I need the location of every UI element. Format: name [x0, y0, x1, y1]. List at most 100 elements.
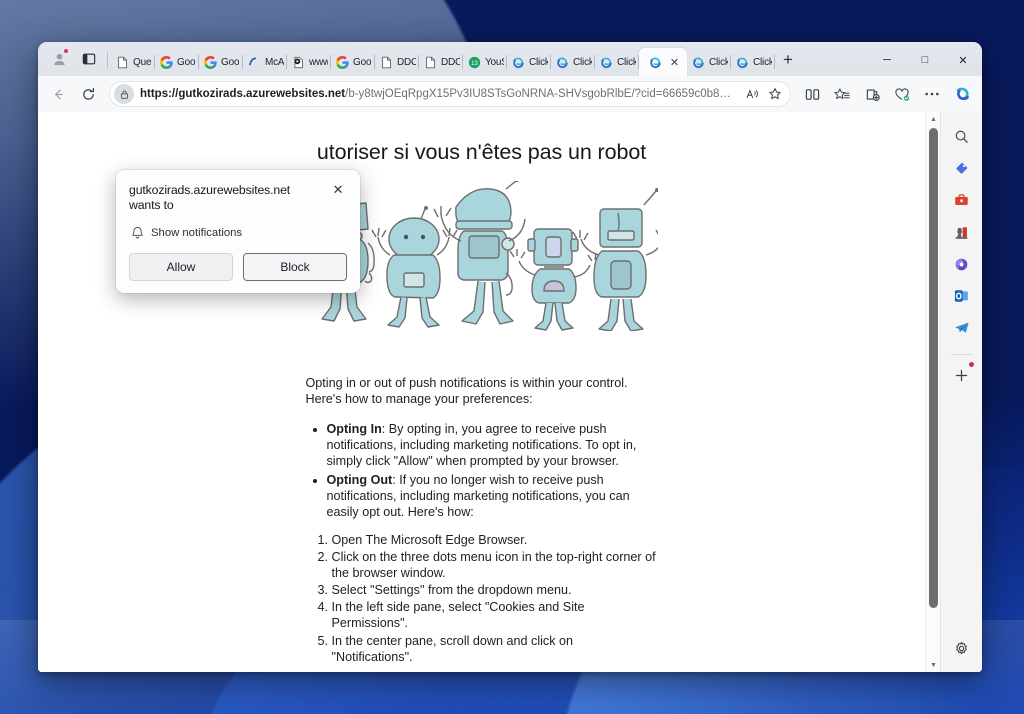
- tab[interactable]: DDC: [419, 48, 463, 76]
- edge-icon: [691, 55, 706, 70]
- profile-avatar-icon[interactable]: [44, 44, 74, 74]
- list-item: Opting Out: If you no longer wish to rec…: [327, 472, 658, 520]
- allow-button[interactable]: Allow: [129, 252, 233, 281]
- bullet-lead: Opting Out: [326, 472, 393, 487]
- tab[interactable]: Click: [551, 48, 595, 76]
- close-icon[interactable]: ✕: [329, 181, 347, 199]
- close-window-button[interactable]: ✕: [944, 44, 982, 76]
- settings-and-more-icon[interactable]: [918, 80, 946, 108]
- permission-row: Show notifications: [131, 226, 347, 240]
- sidebar-settings-gear-icon[interactable]: [948, 634, 976, 662]
- document-icon: [423, 55, 438, 70]
- edge-icon: [735, 55, 750, 70]
- tab-label: DDC: [441, 56, 460, 68]
- notification-permission-dialog[interactable]: gutkozirads.azurewebsites.net wants to ✕…: [116, 170, 360, 293]
- tab[interactable]: Click: [687, 48, 731, 76]
- tab-label: Goo: [221, 56, 240, 68]
- tab[interactable]: DDC: [375, 48, 419, 76]
- yousign-icon: 13: [467, 55, 482, 70]
- tab-label: Que: [133, 56, 152, 68]
- add-favorite-star-icon[interactable]: [764, 83, 786, 105]
- tab-label: Click: [709, 56, 728, 68]
- tab[interactable]: Goo: [199, 48, 243, 76]
- tab-label: Click: [753, 56, 772, 68]
- content-area: utoriser si vous n'êtes pas un robot Opt…: [38, 112, 982, 672]
- notification-bell-icon: [131, 226, 151, 240]
- list-item: Click on the three dots menu icon in the…: [332, 549, 658, 581]
- browser-toolbar: https://gutkozirads.azurewebsites.net/b-…: [38, 76, 982, 112]
- add-sidebar-app-icon[interactable]: [948, 361, 976, 389]
- list-item: Open The Microsoft Edge Browser.: [332, 532, 658, 548]
- vertical-scrollbar[interactable]: ▲ ▼: [925, 112, 940, 672]
- scroll-up-arrow-icon[interactable]: ▲: [926, 112, 941, 126]
- drop-icon[interactable]: [948, 250, 976, 278]
- minimize-button[interactable]: ─: [868, 44, 906, 76]
- split-screen-icon[interactable]: [798, 80, 826, 108]
- edge-sidebar: [940, 112, 982, 672]
- games-icon[interactable]: [948, 218, 976, 246]
- secure-doc-icon: [291, 55, 306, 70]
- options-list: Opting In: By opting in, you agree to re…: [306, 421, 658, 520]
- tab-label: www: [309, 56, 328, 68]
- tab[interactable]: Que: [111, 48, 155, 76]
- permission-label: Show notifications: [151, 226, 243, 239]
- profile-alert-dot: [63, 48, 69, 54]
- document-icon: [115, 55, 130, 70]
- favorites-bar-icon[interactable]: [828, 80, 856, 108]
- search-icon[interactable]: [948, 122, 976, 150]
- window-controls: ─ □ ✕: [868, 44, 982, 76]
- sidebar-alert-dot: [968, 362, 974, 367]
- svg-text:13: 13: [471, 59, 478, 66]
- refresh-icon[interactable]: [74, 80, 102, 108]
- tab-label: Click: [529, 56, 548, 68]
- toolbar-divider: [107, 52, 108, 68]
- block-button[interactable]: Block: [243, 252, 347, 281]
- outlook-icon[interactable]: [948, 282, 976, 310]
- dialog-actions: Allow Block: [129, 252, 347, 281]
- tab[interactable]: McA: [243, 48, 287, 76]
- tab-active[interactable]: ✕: [639, 48, 687, 76]
- close-tab-icon[interactable]: ✕: [670, 56, 679, 69]
- site-permission-lock-icon[interactable]: [114, 84, 134, 104]
- tab-label: Click: [617, 56, 636, 68]
- dialog-title: gutkozirads.azurewebsites.net wants to: [129, 183, 291, 212]
- scrollbar-thumb[interactable]: [929, 128, 938, 608]
- sidebar-divider: [950, 354, 973, 355]
- edge-icon: [511, 55, 526, 70]
- tab-label: Goo: [177, 56, 196, 68]
- document-icon: [379, 55, 394, 70]
- edge-icon: [555, 55, 570, 70]
- tab[interactable]: Click: [731, 48, 775, 76]
- browser-essentials-icon[interactable]: [888, 80, 916, 108]
- tab[interactable]: 13 YouS: [463, 48, 507, 76]
- steps-list: Open The Microsoft Edge Browser. Click o…: [306, 532, 658, 665]
- back-arrow-icon[interactable]: [44, 80, 72, 108]
- tab-actions-menu-icon[interactable]: [74, 44, 104, 74]
- tab[interactable]: Click: [507, 48, 551, 76]
- page-body: Opting in or out of push notifications i…: [306, 375, 658, 665]
- copilot-icon[interactable]: [950, 81, 976, 107]
- maximize-button[interactable]: □: [906, 44, 944, 76]
- tools-briefcase-icon[interactable]: [948, 186, 976, 214]
- shopping-tag-icon[interactable]: [948, 154, 976, 182]
- url-text: https://gutkozirads.azurewebsites.net/b-…: [140, 88, 731, 100]
- tab-strip: Que Goo Goo McA www Goo DDC DDC 13 YouS Click Click…: [38, 42, 982, 76]
- page-title: utoriser si vous n'êtes pas un robot: [316, 140, 647, 164]
- tab[interactable]: Goo: [155, 48, 199, 76]
- google-icon: [159, 55, 174, 70]
- tab[interactable]: Goo: [331, 48, 375, 76]
- edge-browser-window: Que Goo Goo McA www Goo DDC DDC 13 YouS Click Click…: [38, 42, 982, 672]
- collections-icon[interactable]: [858, 80, 886, 108]
- new-tab-button[interactable]: +: [775, 47, 801, 73]
- tab[interactable]: Click: [595, 48, 639, 76]
- tab-list: Que Goo Goo McA www Goo DDC DDC 13 YouS Click Click…: [111, 42, 868, 76]
- edge-icon: [599, 55, 614, 70]
- telegram-icon[interactable]: [948, 314, 976, 342]
- list-item: In the left side pane, select "Cookies a…: [332, 599, 658, 631]
- address-bar[interactable]: https://gutkozirads.azurewebsites.net/b-…: [109, 81, 791, 107]
- scroll-down-arrow-icon[interactable]: ▼: [926, 658, 941, 672]
- tab[interactable]: www: [287, 48, 331, 76]
- list-item: Opting In: By opting in, you agree to re…: [327, 421, 658, 469]
- read-aloud-icon[interactable]: [742, 83, 764, 105]
- list-item: In the center pane, scroll down and clic…: [332, 633, 658, 665]
